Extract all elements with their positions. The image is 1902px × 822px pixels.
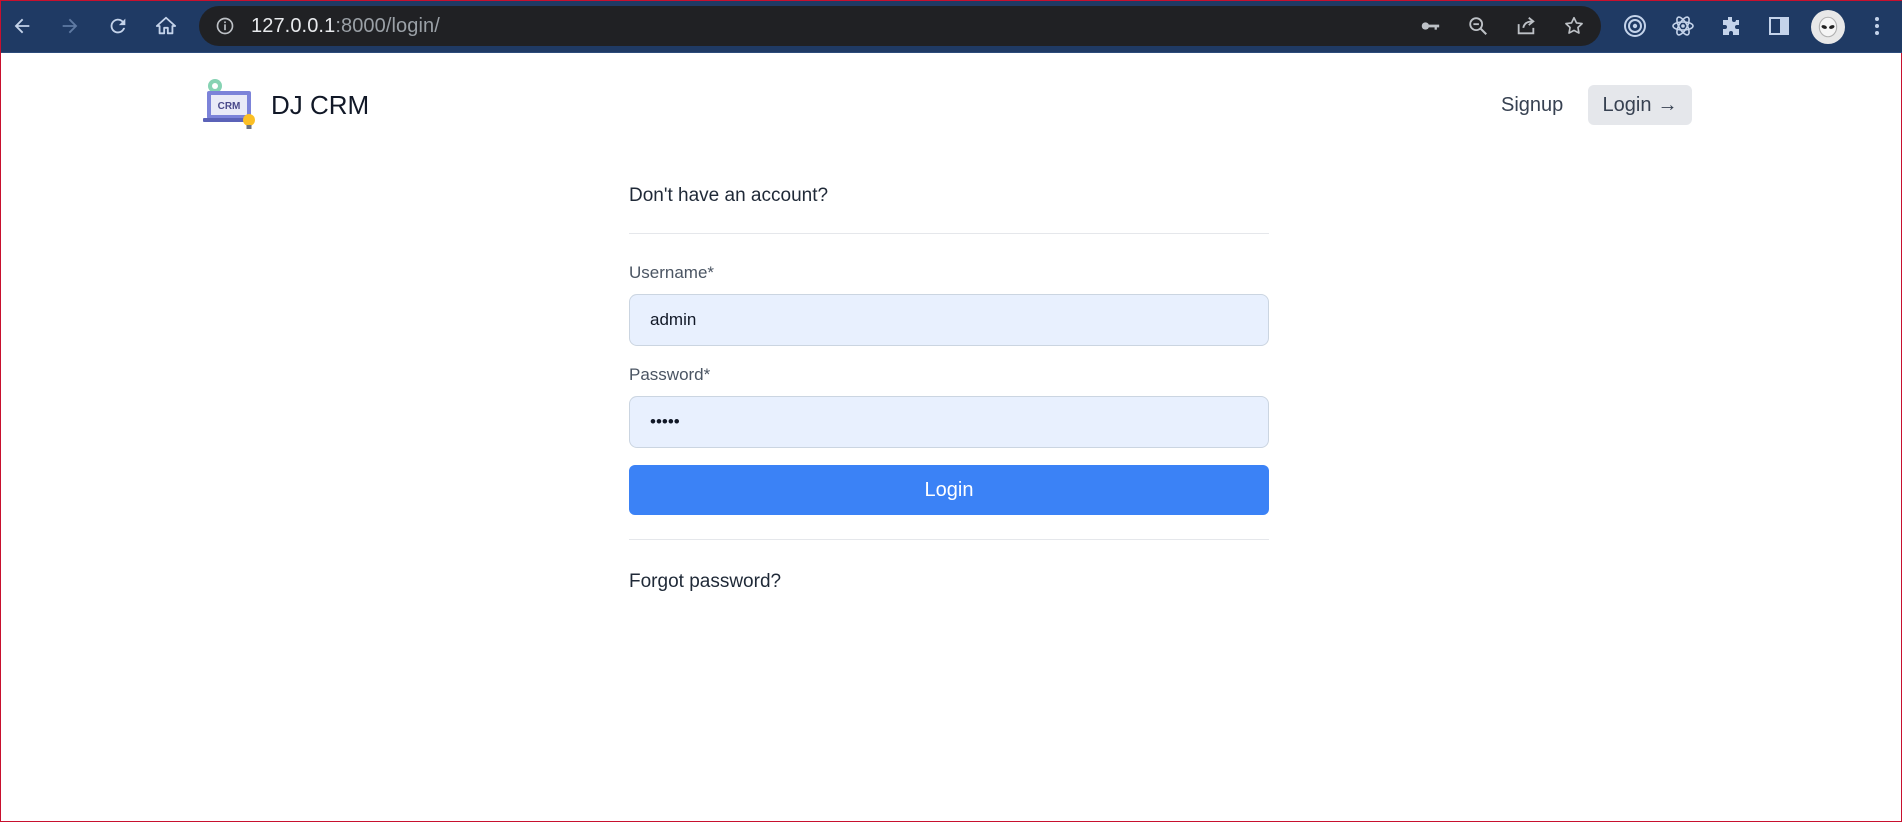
no-account-text[interactable]: Don't have an account? xyxy=(629,185,828,207)
address-bar-url[interactable]: 127.0.0.1:8000/login/ xyxy=(251,15,440,38)
header-login-label: Login xyxy=(1602,93,1652,116)
signup-link[interactable]: Signup xyxy=(1501,94,1563,117)
target-extension-icon[interactable] xyxy=(1623,14,1647,38)
divider-bottom xyxy=(629,539,1269,540)
username-label: Username* xyxy=(629,263,715,282)
forgot-password-link[interactable]: Forgot password? xyxy=(629,571,781,593)
url-host: 127.0.0.1 xyxy=(251,15,336,37)
username-input[interactable] xyxy=(629,294,1269,346)
kebab-menu-icon[interactable] xyxy=(1865,14,1889,38)
profile-avatar[interactable] xyxy=(1811,10,1845,44)
divider-top xyxy=(629,233,1269,234)
home-icon xyxy=(155,16,177,35)
react-devtools-icon[interactable] xyxy=(1671,14,1695,38)
address-bar[interactable]: 127.0.0.1:8000/login/ xyxy=(199,6,1601,46)
password-input[interactable] xyxy=(629,396,1269,448)
extensions-puzzle-icon[interactable] xyxy=(1719,14,1743,38)
arrow-right-icon: → xyxy=(1657,93,1678,116)
reload-icon xyxy=(110,18,126,34)
arrow-left-icon xyxy=(14,18,30,34)
info-icon[interactable] xyxy=(215,16,235,36)
share-icon[interactable] xyxy=(1515,15,1537,37)
browser-toolbar: 127.0.0.1:8000/login/ xyxy=(1,1,1902,53)
zoom-out-icon[interactable] xyxy=(1467,15,1489,37)
alien-avatar-icon xyxy=(1818,16,1838,38)
crm-logo[interactable]: CRM xyxy=(203,77,259,129)
password-label: Password* xyxy=(629,365,711,384)
brand-name[interactable]: DJ CRM xyxy=(271,90,369,121)
back-button[interactable] xyxy=(5,9,39,43)
forward-button[interactable] xyxy=(53,9,87,43)
logo-text: CRM xyxy=(218,101,241,112)
side-panel-icon[interactable] xyxy=(1767,14,1791,38)
header-login-button[interactable]: Login → xyxy=(1588,85,1692,125)
bookmark-star-icon[interactable] xyxy=(1563,15,1585,37)
home-button[interactable] xyxy=(149,9,183,43)
login-submit-button[interactable]: Login xyxy=(629,465,1269,515)
arrow-right-icon xyxy=(62,18,78,34)
reload-button[interactable] xyxy=(101,9,135,43)
url-path: :8000/login/ xyxy=(335,15,440,37)
key-icon[interactable] xyxy=(1419,15,1441,37)
